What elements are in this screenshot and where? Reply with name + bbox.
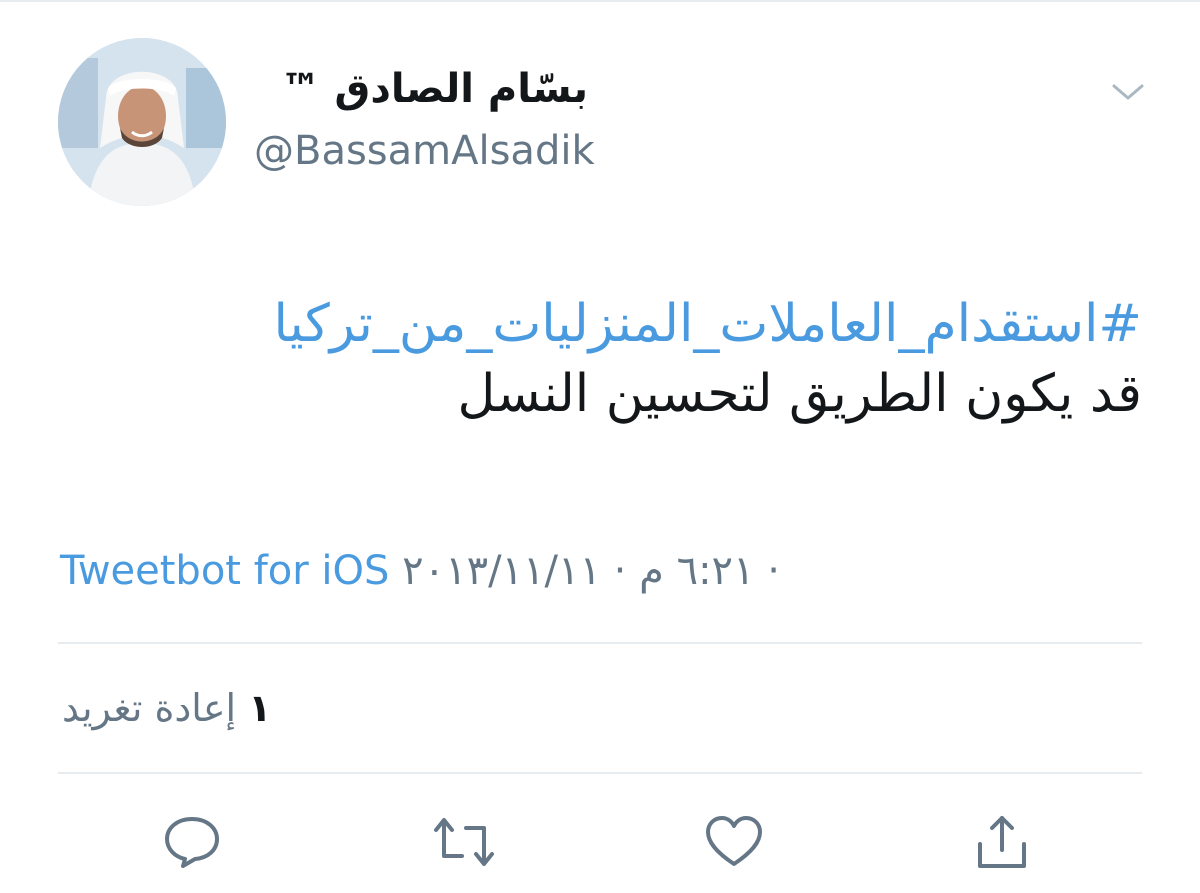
hashtag-link[interactable]: #استقدام_العاملات_المنزليات_من_تركيا — [52, 290, 1142, 358]
retweet-count-row[interactable]: ١ إعادة تغريد — [62, 686, 271, 730]
divider — [58, 642, 1142, 644]
retweet-count: ١ — [248, 686, 272, 730]
author-display-name[interactable]: بسّام الصادق ™ — [281, 66, 588, 112]
top-border — [0, 0, 1200, 2]
source-link[interactable]: Tweetbot for iOS — [60, 548, 389, 594]
author-handle[interactable]: @BassamAlsadik — [254, 128, 595, 174]
tweet-text: #استقدام_العاملات_المنزليات_من_تركيا قد … — [52, 290, 1142, 430]
divider — [58, 772, 1142, 774]
tweet-meta: Tweetbot for iOS ٦:٢١ م · ٢٠١٣/١١/١١ · — [60, 548, 780, 594]
tweet-body: قد يكون الطريق لتحسين النسل — [457, 364, 1142, 424]
reply-icon[interactable] — [160, 810, 224, 874]
chevron-down-icon[interactable] — [1110, 74, 1146, 110]
timestamp[interactable]: ٦:٢١ م · ٢٠١٣/١١/١١ · — [402, 548, 780, 594]
avatar[interactable] — [58, 38, 226, 206]
avatar-image — [58, 38, 226, 206]
retweet-icon[interactable] — [432, 810, 496, 874]
retweet-label: إعادة تغريد — [62, 686, 237, 730]
share-icon[interactable] — [970, 810, 1034, 874]
heart-icon[interactable] — [702, 810, 766, 874]
